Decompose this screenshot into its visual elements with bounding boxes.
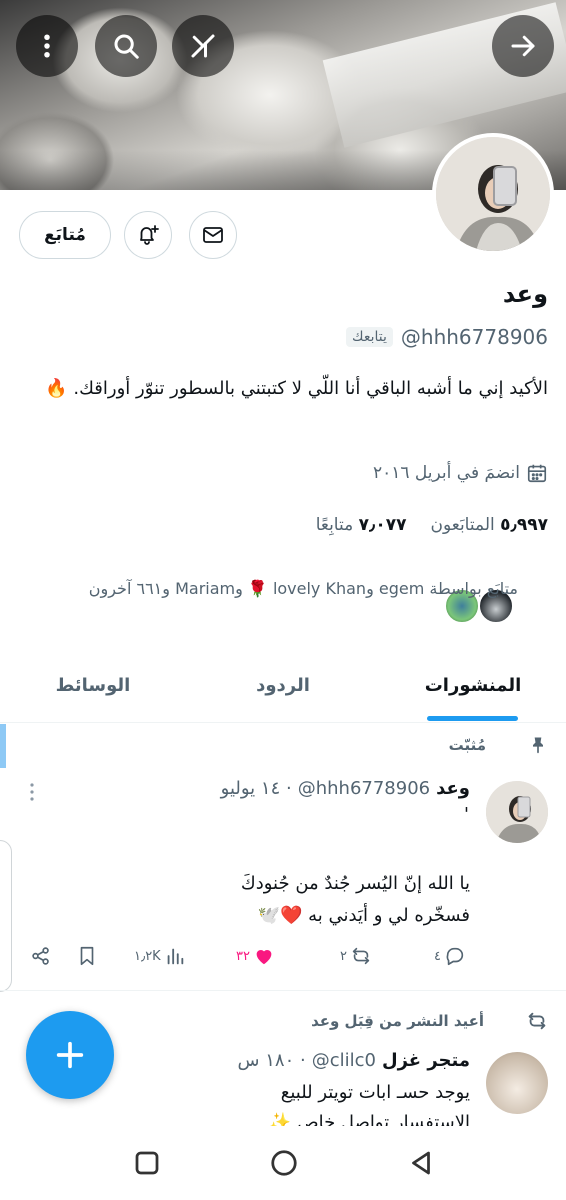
bell-plus-icon	[140, 225, 159, 245]
plus-icon	[56, 1041, 84, 1069]
grok-icon	[191, 34, 215, 58]
square-icon	[135, 1151, 159, 1175]
reply-bubble-icon	[446, 947, 464, 966]
side-handle[interactable]	[0, 840, 12, 992]
grok-button[interactable]	[172, 15, 234, 77]
more-vertical-icon	[30, 783, 34, 801]
replies-count: ٤	[434, 948, 441, 964]
bar-chart-icon	[167, 948, 183, 965]
repost-time[interactable]: · ١٨٠ س	[238, 1050, 306, 1071]
repost-author-name[interactable]: متجر غزل	[382, 1050, 470, 1071]
pin-icon	[533, 737, 543, 754]
tab-posts[interactable]: المنشورات	[406, 648, 540, 722]
search-button[interactable]	[95, 15, 157, 77]
profile-bio: الأكيد إني ما أشبه الباقي أنا اللّي لا ك…	[45, 378, 548, 399]
system-nav-bar	[0, 1126, 566, 1200]
reply-button[interactable]: ٤	[434, 945, 466, 967]
bookmark-button[interactable]	[76, 945, 98, 967]
system-back-button[interactable]	[404, 1146, 438, 1180]
repost-label: أعيد النشر من قِبَل وعد	[311, 1010, 548, 1032]
tweet-text-line-1: يا الله إنّ اليُسر جُندٌ من جُنودكَ	[240, 873, 470, 894]
following-label: متابِعًا	[315, 515, 354, 535]
share-icon	[32, 947, 49, 965]
circle-icon	[271, 1150, 297, 1176]
search-icon	[114, 34, 139, 59]
following-button-label: مُتابَع	[44, 225, 86, 245]
heart-filled-icon	[256, 950, 272, 965]
active-tab-indicator	[427, 716, 518, 721]
profile-name: وعد	[502, 280, 548, 308]
tweet-author-avatar[interactable]	[486, 781, 548, 843]
joined-text: انضمَ في أبريل ٢٠١٦	[373, 463, 520, 483]
repost-icon	[528, 1012, 546, 1030]
tweet-text: يا الله إنّ اليُسر جُندٌ من جُنودكَ فسخّ…	[50, 868, 470, 932]
repost-author-handle[interactable]: @clilc0	[312, 1050, 376, 1071]
back-arrow-icon	[511, 35, 535, 57]
tweet-line-mark: '	[464, 804, 469, 825]
likes-count: ٣٢	[236, 948, 250, 964]
reposts-count: ٢	[340, 948, 347, 964]
repost-header: متجر غزل @clilc0 · ١٨٠ س	[238, 1050, 470, 1071]
like-button[interactable]: ٣٢	[236, 945, 275, 967]
triangle-back-icon	[412, 1151, 430, 1175]
joined-date: انضمَ في أبريل ٢٠١٦	[373, 462, 548, 484]
avatar-photo	[436, 137, 550, 251]
following-link[interactable]: ٧٫٠٧٧ متابِعًا	[316, 515, 407, 535]
profile-avatar[interactable]	[432, 133, 554, 255]
tweet-date[interactable]: · ١٤ يوليو	[221, 778, 292, 799]
compose-button[interactable]	[26, 1011, 114, 1099]
followers-label: المتابَعون	[430, 515, 495, 535]
tweet-more-button[interactable]	[22, 780, 42, 808]
bookmark-icon	[80, 946, 94, 966]
followed-by-text[interactable]: متابَع بواسطة egem وlovely Khan 🌹 وMaria…	[0, 576, 518, 602]
back-button[interactable]	[492, 15, 554, 77]
repost-icon	[352, 947, 370, 965]
follows-you-badge: يتابعك	[346, 327, 393, 347]
home-button[interactable]	[267, 1146, 301, 1180]
tweet-author-handle[interactable]: @hhh6778906	[298, 778, 430, 799]
calendar-icon	[527, 464, 547, 483]
envelope-icon	[203, 227, 223, 243]
views-count: ١٫٢K	[134, 948, 161, 964]
repost-button[interactable]: ٢	[340, 945, 372, 967]
followers-count: ٥٫٩٩٧	[500, 515, 548, 535]
tab-media[interactable]: الوسائط	[26, 648, 160, 722]
message-button[interactable]	[189, 211, 237, 259]
tweet-divider	[0, 990, 566, 991]
scroll-indicator	[0, 724, 6, 768]
follow-stats: ٥٫٩٩٧ المتابَعون ٧٫٠٧٧ متابِعًا	[316, 515, 548, 535]
tweet-author-name[interactable]: وعد	[436, 778, 470, 799]
tweet-text-line-2: فسخّره لي و أيَدني به ❤️🕊️	[257, 905, 470, 926]
repost-text: يوجد حسـ ابات تويتر للبيع الاستفسار تواص…	[50, 1078, 470, 1126]
recents-button[interactable]	[130, 1146, 164, 1180]
handle-row: @hhh6778906 يتابعك	[346, 325, 548, 349]
profile-handle: @hhh6778906	[400, 325, 548, 349]
followers-link[interactable]: ٥٫٩٩٧ المتابَعون	[430, 515, 548, 535]
tab-replies[interactable]: الردود	[216, 648, 350, 722]
repost-text-line-2: الاستفسار تواصل خاص ✨	[268, 1112, 470, 1126]
following-count: ٧٫٠٧٧	[358, 515, 407, 535]
repost-text-line-1: يوجد حسـ ابات تويتر للبيع	[280, 1082, 470, 1103]
tweet-avatar-photo	[486, 781, 548, 843]
share-button[interactable]	[30, 945, 52, 967]
pinned-text: مُثبّت	[448, 736, 486, 754]
repost-label-text[interactable]: أعيد النشر من قِبَل وعد	[311, 1012, 484, 1030]
tweet-actions: ١٫٢K ٣٢ ٢ ٤	[30, 945, 470, 975]
tweet-header: وعد @hhh6778906 · ١٤ يوليو	[221, 778, 470, 799]
more-vertical-icon	[44, 34, 50, 58]
repost-author-avatar[interactable]	[486, 1052, 548, 1114]
pinned-label: مُثبّت	[449, 735, 548, 755]
more-options-button[interactable]	[16, 15, 78, 77]
notifications-button[interactable]	[124, 211, 172, 259]
views-button[interactable]: ١٫٢K	[134, 945, 186, 967]
profile-tabs: المنشورات الردود الوسائط	[0, 648, 566, 723]
following-button[interactable]: مُتابَع	[19, 211, 111, 259]
